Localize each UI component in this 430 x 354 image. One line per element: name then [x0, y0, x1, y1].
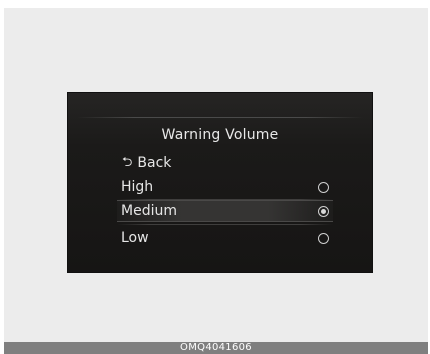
radio-button-icon[interactable]	[318, 232, 329, 244]
radio-button-selected-icon[interactable]	[318, 205, 329, 217]
header-divider	[77, 117, 363, 118]
back-button[interactable]: ⮌ Back	[122, 155, 171, 171]
option-medium[interactable]: Medium	[117, 200, 333, 222]
option-high[interactable]: High	[117, 176, 333, 198]
option-low[interactable]: Low	[117, 227, 333, 249]
page-title: Warning Volume	[161, 127, 279, 143]
option-divider	[117, 224, 333, 225]
image-frame: Warning Volume ⮌ Back High Medium Low	[4, 8, 428, 342]
back-label: Back	[137, 155, 172, 171]
return-arrow-icon: ⮌	[122, 155, 133, 170]
radio-button-icon[interactable]	[318, 181, 329, 193]
image-caption: OMQ4041606	[4, 342, 428, 354]
option-label: Low	[121, 230, 149, 246]
option-label: High	[121, 179, 154, 195]
option-label: Medium	[121, 203, 177, 219]
display-screen: Warning Volume ⮌ Back High Medium Low	[67, 92, 373, 273]
